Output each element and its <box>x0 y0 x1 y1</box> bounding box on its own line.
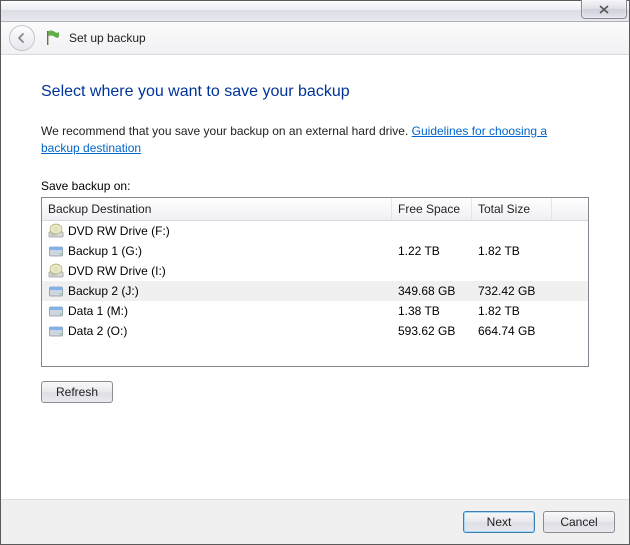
backup-flag-icon <box>43 29 61 47</box>
cell-free-space: 1.22 TB <box>392 244 472 258</box>
cell-free-space: 1.38 TB <box>392 304 472 318</box>
back-button[interactable] <box>9 25 35 51</box>
table-row[interactable]: Backup 1 (G:) 1.22 TB1.82 TB <box>42 241 588 261</box>
cell-free-space: 349.68 GB <box>392 284 472 298</box>
wizard-window: Set up backup Select where you want to s… <box>0 0 630 545</box>
wizard-content: Select where you want to save your backu… <box>1 55 629 499</box>
back-arrow-icon <box>16 32 28 44</box>
dvd-drive-icon <box>48 263 64 279</box>
table-header: Backup Destination Free Space Total Size <box>42 198 588 221</box>
save-on-label: Save backup on: <box>41 179 589 193</box>
cell-total-size: 732.42 GB <box>472 284 552 298</box>
destination-table: Backup Destination Free Space Total Size… <box>41 197 589 367</box>
dvd-drive-icon <box>48 223 64 239</box>
destination-name: Backup 1 (G:) <box>68 244 142 258</box>
column-header-free-space[interactable]: Free Space <box>392 198 472 220</box>
page-heading: Select where you want to save your backu… <box>41 83 589 101</box>
column-header-destination[interactable]: Backup Destination <box>42 198 392 220</box>
close-icon <box>599 5 609 14</box>
titlebar <box>1 1 629 22</box>
table-row[interactable]: DVD RW Drive (I:) <box>42 261 588 281</box>
cancel-button[interactable]: Cancel <box>543 511 615 533</box>
hard-drive-icon <box>48 303 64 319</box>
destination-name: DVD RW Drive (I:) <box>68 264 166 278</box>
hard-drive-icon <box>48 283 64 299</box>
cell-free-space: 593.62 GB <box>392 324 472 338</box>
recommendation-label: We recommend that you save your backup o… <box>41 124 412 138</box>
cell-destination: DVD RW Drive (I:) <box>42 263 392 279</box>
cell-total-size: 1.82 TB <box>472 244 552 258</box>
table-row[interactable]: Backup 2 (J:) 349.68 GB732.42 GB <box>42 281 588 301</box>
cell-total-size: 664.74 GB <box>472 324 552 338</box>
hard-drive-icon <box>48 323 64 339</box>
hard-drive-icon <box>48 243 64 259</box>
cell-destination: Backup 1 (G:) <box>42 243 392 259</box>
cell-total-size: 1.82 TB <box>472 304 552 318</box>
destination-name: Data 1 (M:) <box>68 304 128 318</box>
wizard-footer: Next Cancel <box>1 499 629 544</box>
header-title: Set up backup <box>69 31 146 45</box>
cell-destination: DVD RW Drive (F:) <box>42 223 392 239</box>
column-header-total-size[interactable]: Total Size <box>472 198 552 220</box>
destination-name: DVD RW Drive (F:) <box>68 224 170 238</box>
table-row[interactable]: DVD RW Drive (F:) <box>42 221 588 241</box>
destination-name: Backup 2 (J:) <box>68 284 139 298</box>
refresh-button[interactable]: Refresh <box>41 381 113 403</box>
table-row[interactable]: Data 1 (M:) 1.38 TB1.82 TB <box>42 301 588 321</box>
cell-destination: Data 1 (M:) <box>42 303 392 319</box>
wizard-header: Set up backup <box>1 22 629 55</box>
cell-destination: Data 2 (O:) <box>42 323 392 339</box>
column-header-spacer <box>552 198 588 220</box>
destination-name: Data 2 (O:) <box>68 324 127 338</box>
table-body: DVD RW Drive (F:)Backup 1 (G:)1.22 TB1.8… <box>42 221 588 341</box>
table-row[interactable]: Data 2 (O:) 593.62 GB664.74 GB <box>42 321 588 341</box>
close-button[interactable] <box>581 0 627 19</box>
cell-destination: Backup 2 (J:) <box>42 283 392 299</box>
next-button[interactable]: Next <box>463 511 535 533</box>
recommendation-text: We recommend that you save your backup o… <box>41 123 589 157</box>
